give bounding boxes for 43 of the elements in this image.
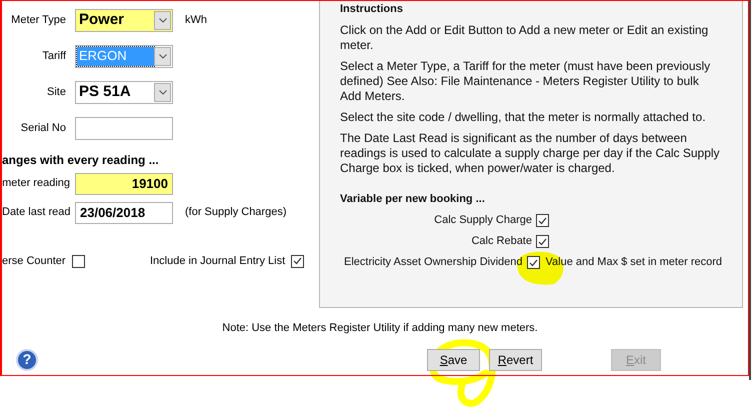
- field-label: Meter Type: [10, 12, 66, 28]
- input-field[interactable]: 23/06/2018: [75, 202, 173, 224]
- note-text: Note: Use the Meters Register Utility if adding many new meters.: [221, 321, 539, 336]
- checkbox-label: erse Counter: [2, 254, 66, 269]
- select-field[interactable]: PS 51A: [75, 80, 173, 104]
- instruction-text: Select a Meter Type, a Tariff for the meter (must have been previously defined) See Also: File Maintenance - Meters Register Utility to bulk Add Meters.: [340, 59, 712, 104]
- checkbox[interactable]: [72, 254, 85, 268]
- hint-text: (for Supply Charges): [185, 205, 286, 220]
- instruction-text: Click on the Add or Edit Button to Add a new meter or Edit an existing meter.: [340, 23, 710, 53]
- field-label: Tariff: [41, 48, 66, 64]
- checkmark-icon: [538, 238, 547, 246]
- panel-title: Instructions: [340, 2, 404, 17]
- instruction-text: Select the site code / dwelling, that the meter is normally attached to.: [340, 110, 707, 125]
- caret-icon: [158, 54, 166, 58]
- dropdown-button[interactable]: [154, 82, 171, 102]
- checkbox[interactable]: [536, 214, 549, 227]
- input-field[interactable]: [75, 116, 173, 140]
- field-label: Serial No: [20, 120, 66, 136]
- section-heading: anges with every reading ...: [2, 152, 160, 169]
- help-button[interactable]: ?: [16, 348, 38, 370]
- checkmark-icon: [293, 257, 302, 265]
- caret-icon: [158, 90, 166, 94]
- action-button[interactable]: Save: [427, 348, 480, 370]
- instruction-text: The Date Last Read is significant as the number of days between readings is used to calculate a supply charge per day if the Calc Supply Charge box is ticked, when power/water is charged.: [340, 131, 721, 176]
- checkmark-icon: [528, 258, 538, 266]
- select-field[interactable]: Power: [75, 8, 173, 32]
- dropdown-button[interactable]: [154, 10, 171, 30]
- unit-label: kWh: [185, 12, 207, 28]
- checkmark-icon: [538, 216, 547, 224]
- dropdown-button[interactable]: [154, 46, 171, 66]
- checkbox[interactable]: [526, 256, 540, 269]
- section-heading: Variable per new booking ...: [340, 192, 486, 207]
- caret-icon: [158, 18, 166, 22]
- checkbox[interactable]: [536, 235, 549, 248]
- field-label: meter reading: [2, 176, 70, 192]
- action-button[interactable]: Revert: [489, 348, 542, 370]
- input-field[interactable]: 19100: [75, 172, 173, 194]
- checkbox-label: Include in Journal Entry List: [150, 254, 286, 269]
- checkbox-label: Calc Rebate: [470, 234, 533, 249]
- checkbox-label: Calc Supply Charge: [433, 213, 533, 228]
- field-label: Site: [46, 84, 66, 100]
- checkbox[interactable]: [291, 254, 304, 268]
- field-label: Date last read: [2, 205, 70, 220]
